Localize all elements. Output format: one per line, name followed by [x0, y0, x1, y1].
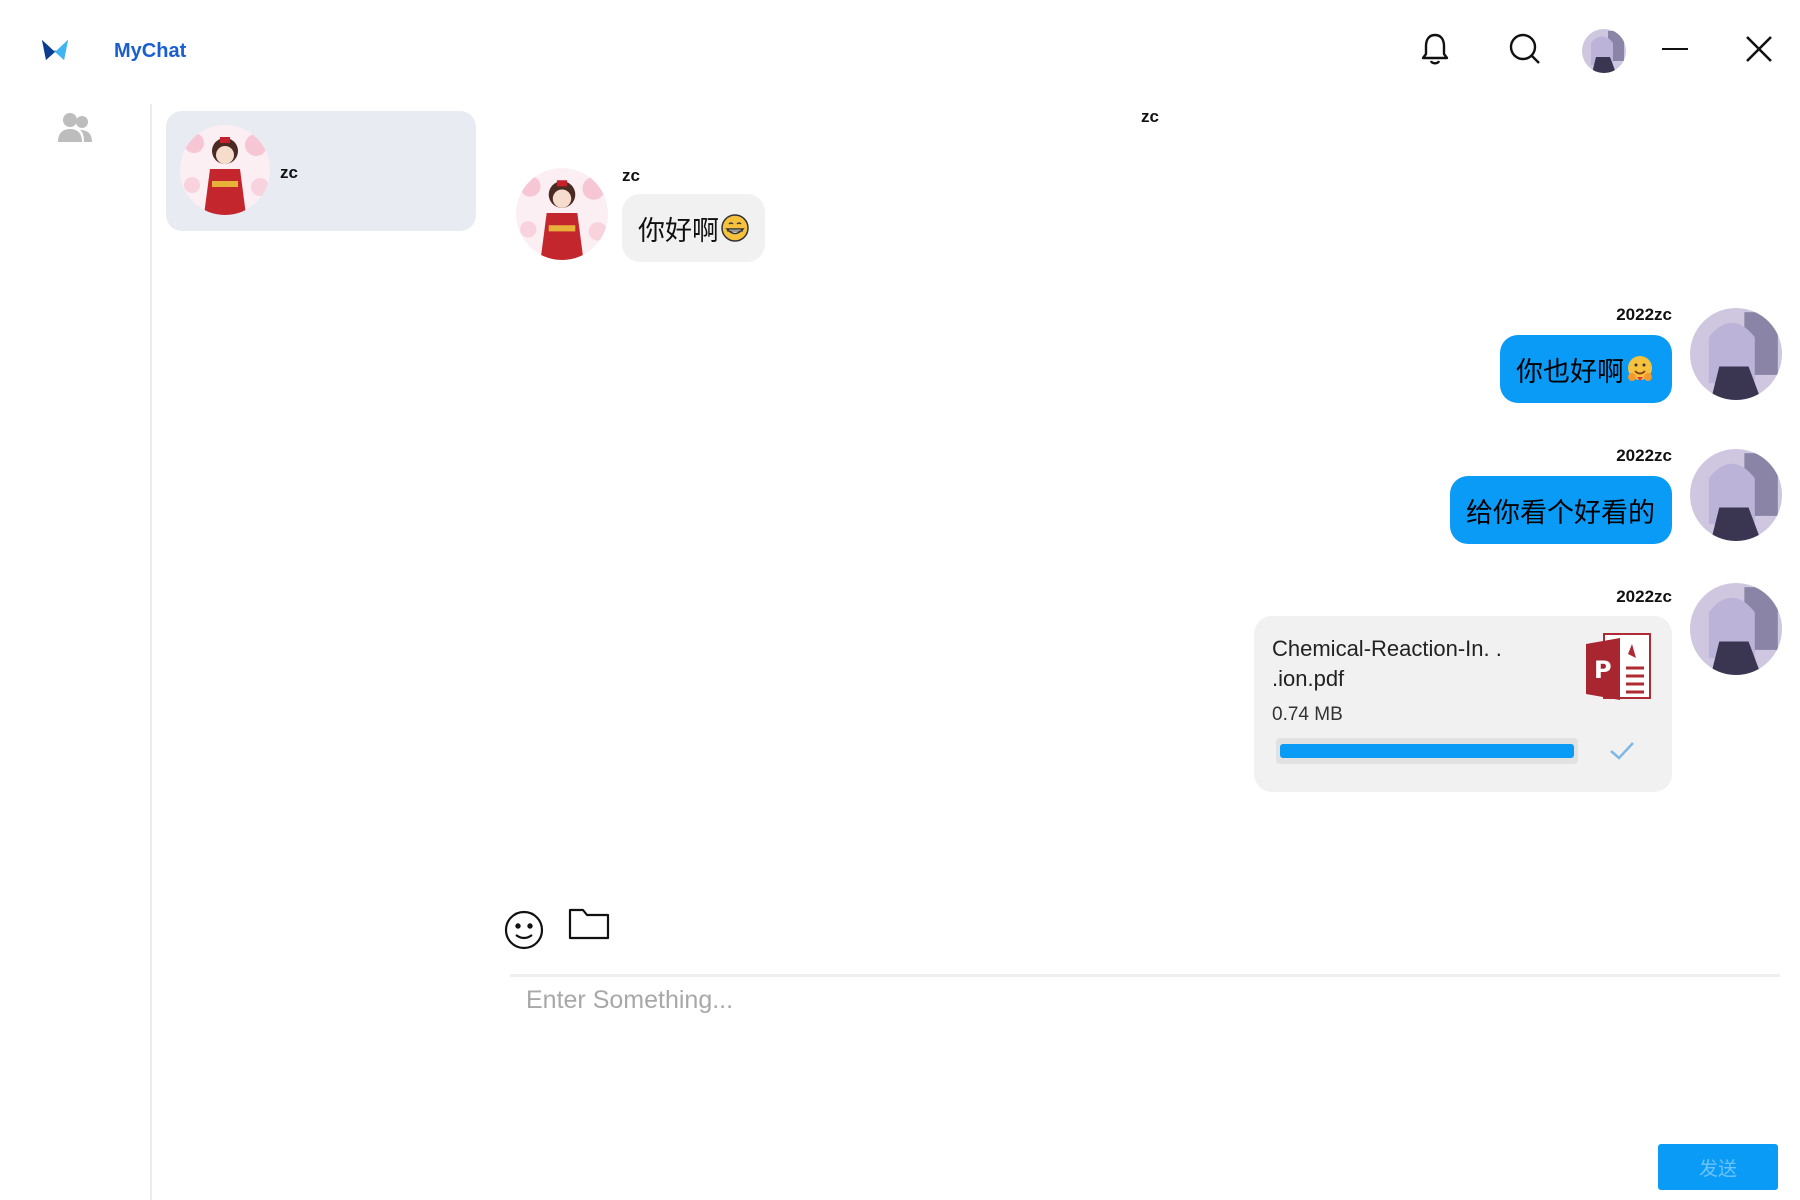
- send-button[interactable]: 发送: [1658, 1144, 1778, 1190]
- user-avatar[interactable]: [1582, 29, 1626, 73]
- message-sender: 2022zc: [1616, 446, 1672, 465]
- message-input[interactable]: [510, 978, 1780, 1128]
- file-message-card[interactable]: Chemical-Reaction-In. . .ion.pdf 0.74 MB…: [1254, 616, 1672, 792]
- pdf-file-icon: P: [1584, 632, 1654, 702]
- close-icon[interactable]: [1740, 30, 1778, 68]
- user-avatar: [1690, 449, 1782, 541]
- mychat-logo-icon: [40, 34, 70, 64]
- chat-title: zc: [1141, 107, 1159, 126]
- user-avatar: [1690, 308, 1782, 400]
- svg-text:P: P: [1594, 656, 1612, 684]
- contacts-icon[interactable]: [56, 110, 94, 146]
- file-name: Chemical-Reaction-In. . .ion.pdf: [1272, 636, 1502, 691]
- folder-icon[interactable]: [568, 906, 610, 948]
- message-bubble[interactable]: 你好啊: [622, 194, 765, 262]
- file-size: 0.74 MB: [1272, 704, 1343, 725]
- message-text: 你好啊: [638, 215, 719, 247]
- message-sender: zc: [622, 166, 640, 185]
- sidebar-divider: [150, 104, 152, 1200]
- message-bubble[interactable]: 你也好啊: [1500, 335, 1672, 403]
- message-bubble[interactable]: 给你看个好看的: [1450, 476, 1672, 544]
- search-icon[interactable]: [1506, 30, 1544, 68]
- minimize-icon[interactable]: [1656, 30, 1694, 68]
- composer-divider: [510, 974, 1780, 977]
- user-avatar: [1690, 583, 1782, 675]
- message-text: 你也好啊: [1516, 356, 1624, 388]
- contact-avatar: [180, 125, 270, 215]
- bell-icon[interactable]: [1416, 30, 1454, 68]
- upload-progress-bar: [1276, 738, 1578, 764]
- upload-progress-fill: [1280, 744, 1574, 758]
- app-title: MyChat: [114, 40, 187, 62]
- check-icon: [1608, 740, 1636, 762]
- emoji-icon[interactable]: [504, 910, 546, 952]
- message-text: 给你看个好看的: [1466, 497, 1655, 529]
- contact-name: zc: [280, 163, 298, 182]
- hugging-emoji-icon: [1626, 355, 1654, 383]
- contact-item-zc[interactable]: zc: [166, 111, 476, 231]
- grinning-emoji-icon: [721, 214, 749, 242]
- message-sender: 2022zc: [1616, 305, 1672, 324]
- message-sender: 2022zc: [1616, 587, 1672, 606]
- sender-avatar: [516, 168, 608, 260]
